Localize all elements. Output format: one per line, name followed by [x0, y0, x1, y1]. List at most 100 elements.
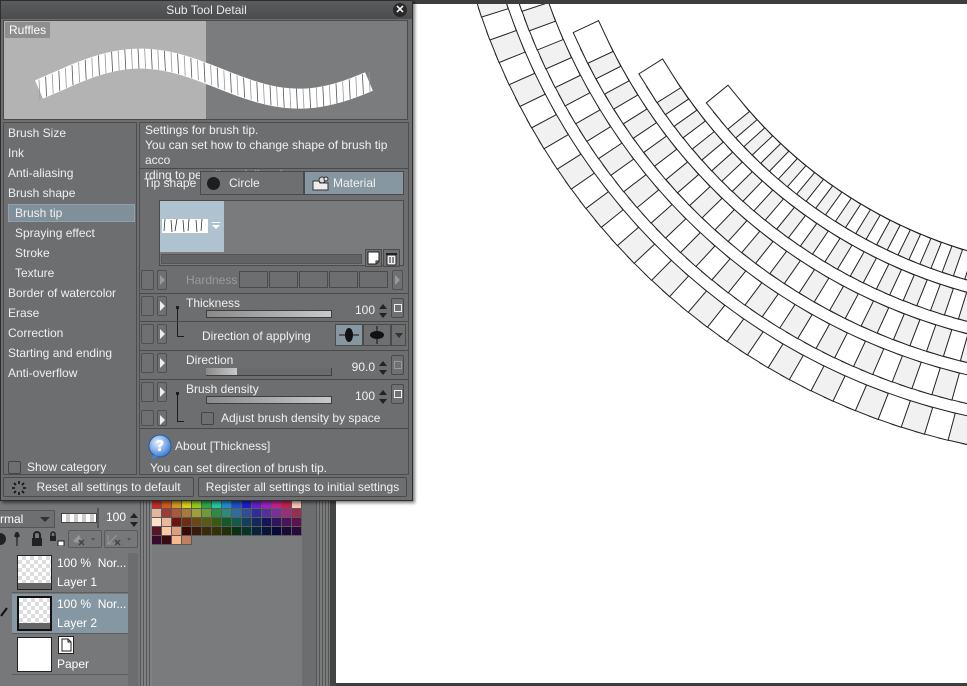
- panel-splitter[interactable]: [316, 500, 330, 686]
- expand-brush-density-button[interactable]: [157, 382, 167, 402]
- color-swatch[interactable]: [162, 509, 172, 518]
- direction-value[interactable]: 90.0: [345, 360, 375, 374]
- color-swatch[interactable]: [202, 500, 212, 509]
- delete-material-button[interactable]: [383, 249, 400, 267]
- palette-scrollbar[interactable]: [302, 500, 316, 686]
- pressure-toggle[interactable]: [141, 382, 154, 402]
- color-swatch[interactable]: [222, 527, 232, 536]
- category-item[interactable]: Brush tip: [8, 204, 135, 222]
- reset-settings-button[interactable]: Reset all settings to default: [3, 477, 194, 497]
- color-swatch[interactable]: [192, 518, 202, 527]
- color-swatch[interactable]: [162, 500, 172, 509]
- color-swatch[interactable]: [202, 509, 212, 518]
- color-swatch[interactable]: [252, 518, 262, 527]
- category-item[interactable]: Border of watercolor: [8, 284, 116, 302]
- category-item[interactable]: Erase: [8, 304, 39, 322]
- color-swatch[interactable]: [232, 509, 242, 518]
- color-swatch[interactable]: [282, 509, 292, 518]
- panel-splitter[interactable]: [140, 500, 152, 686]
- color-swatch[interactable]: [222, 509, 232, 518]
- thickness-effect-toggle[interactable]: [391, 298, 404, 318]
- brush-density-slider[interactable]: [206, 396, 332, 404]
- window-titlebar[interactable]: Sub Tool Detail ✕: [1, 1, 412, 19]
- color-swatch[interactable]: [292, 527, 302, 536]
- layer-row[interactable]: 100 % Nor... Layer 1: [12, 553, 128, 593]
- color-swatch[interactable]: [182, 536, 192, 545]
- color-swatch[interactable]: [152, 500, 162, 509]
- layer-list-scrollbar[interactable]: [128, 553, 138, 686]
- chevron-down-icon[interactable]: [212, 225, 220, 229]
- color-swatch[interactable]: [172, 518, 182, 527]
- tip-shape-material-button[interactable]: Material: [304, 171, 404, 195]
- lock-layer-icon[interactable]: [31, 531, 43, 546]
- expand-thickness-button[interactable]: [157, 296, 167, 316]
- pressure-toggle[interactable]: [141, 324, 154, 344]
- color-swatch[interactable]: [152, 536, 162, 545]
- color-swatch[interactable]: [242, 509, 252, 518]
- color-swatch[interactable]: [202, 527, 212, 536]
- color-swatch[interactable]: [162, 518, 172, 527]
- thickness-value[interactable]: 100: [345, 303, 375, 317]
- color-swatch[interactable]: [172, 509, 182, 518]
- close-icon[interactable]: ✕: [393, 3, 407, 17]
- brush-density-value[interactable]: 100: [345, 389, 375, 403]
- category-item[interactable]: Brush shape: [8, 184, 75, 202]
- color-swatch[interactable]: [272, 500, 282, 509]
- reference-layer-icon[interactable]: [0, 533, 6, 545]
- thickness-slider[interactable]: [206, 310, 332, 318]
- category-item[interactable]: Starting and ending: [8, 344, 112, 362]
- pressure-toggle[interactable]: [141, 410, 154, 426]
- color-swatch[interactable]: [242, 500, 252, 509]
- color-swatch[interactable]: [262, 518, 272, 527]
- color-swatch[interactable]: [242, 527, 252, 536]
- category-item[interactable]: Spraying effect: [15, 224, 95, 242]
- material-scrollbar[interactable]: [161, 254, 362, 264]
- color-swatch[interactable]: [192, 509, 202, 518]
- apply-horizontal-button[interactable]: [335, 324, 363, 346]
- category-item[interactable]: Anti-aliasing: [8, 164, 73, 182]
- color-swatch[interactable]: [252, 500, 262, 509]
- drawing-canvas[interactable]: [336, 4, 967, 683]
- direction-spin-icon[interactable]: [379, 361, 388, 375]
- expand-direction-button[interactable]: [157, 353, 167, 373]
- layer-opacity-slider[interactable]: [61, 513, 97, 523]
- color-swatch[interactable]: [262, 527, 272, 536]
- register-settings-button[interactable]: Register all settings to initial setting…: [198, 477, 407, 497]
- slider-handle[interactable]: [97, 508, 99, 528]
- color-swatch[interactable]: [282, 500, 292, 509]
- color-swatch[interactable]: [262, 500, 272, 509]
- color-swatch[interactable]: [162, 536, 172, 545]
- color-swatch[interactable]: [232, 518, 242, 527]
- material-thumbnail-selected[interactable]: [160, 201, 224, 252]
- category-item[interactable]: Texture: [15, 264, 54, 282]
- color-swatch[interactable]: [152, 527, 162, 536]
- opacity-spin-icon[interactable]: [130, 513, 139, 527]
- color-swatch[interactable]: [212, 509, 222, 518]
- pressure-toggle[interactable]: [141, 270, 154, 290]
- color-swatch[interactable]: [232, 500, 242, 509]
- color-swatch[interactable]: [262, 509, 272, 518]
- color-swatch[interactable]: [182, 509, 192, 518]
- thickness-spin-icon[interactable]: [379, 304, 388, 318]
- clip-to-layer-button[interactable]: [68, 530, 102, 548]
- color-swatch[interactable]: [182, 500, 192, 509]
- color-swatch[interactable]: [172, 500, 182, 509]
- color-swatch[interactable]: [292, 509, 302, 518]
- color-swatch[interactable]: [152, 509, 162, 518]
- color-swatch[interactable]: [222, 518, 232, 527]
- category-item[interactable]: Correction: [8, 324, 63, 342]
- lock-transparent-pixels-icon[interactable]: [49, 531, 65, 547]
- color-swatch[interactable]: [252, 509, 262, 518]
- tip-shape-circle-button[interactable]: Circle: [200, 171, 304, 195]
- direction-dropdown[interactable]: [391, 324, 406, 346]
- adjust-density-checkbox[interactable]: [201, 412, 214, 425]
- color-swatch[interactable]: [252, 527, 262, 536]
- color-swatch[interactable]: [212, 518, 222, 527]
- reference-settings-button[interactable]: [104, 530, 138, 548]
- layer-name[interactable]: Layer 1: [57, 575, 97, 589]
- color-swatch[interactable]: [272, 518, 282, 527]
- expand-hardness-button[interactable]: [157, 270, 167, 290]
- color-swatch[interactable]: [242, 518, 252, 527]
- brush-density-spin-icon[interactable]: [379, 390, 388, 404]
- color-swatch[interactable]: [182, 527, 192, 536]
